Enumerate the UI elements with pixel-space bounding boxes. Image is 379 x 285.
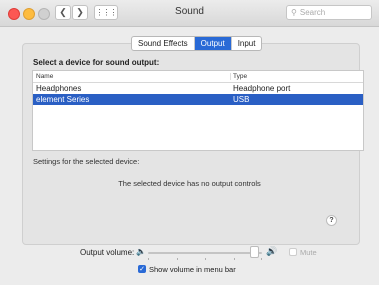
device-type: USB — [233, 95, 250, 104]
search-placeholder: Search — [299, 8, 326, 17]
device-list-heading: Select a device for sound output: — [33, 58, 160, 67]
device-name: element Series — [36, 95, 90, 104]
device-type: Headphone port — [233, 84, 291, 93]
table-row[interactable]: Headphones Headphone port — [33, 83, 363, 94]
tab-bar: Sound Effects Output Input — [131, 36, 263, 51]
tab-sound-effects[interactable]: Sound Effects — [132, 37, 195, 50]
volume-slider-track[interactable] — [148, 252, 262, 254]
show-volume-label: Show volume in menu bar — [149, 265, 236, 274]
slider-tick — [176, 258, 178, 260]
checkmark-icon: ✓ — [139, 266, 145, 273]
title-bar: ❮ ❯ ⋮⋮⋮ Sound ⚲ Search — [0, 0, 379, 27]
table-row-selected[interactable]: element Series USB — [33, 94, 363, 105]
device-name: Headphones — [36, 84, 82, 93]
search-icon: ⚲ — [291, 8, 297, 17]
table-header: Name Type — [33, 71, 363, 83]
device-table: Name Type Headphones Headphone port elem… — [32, 70, 364, 151]
search-field[interactable]: ⚲ Search — [286, 5, 372, 20]
speaker-high-icon: 🔊 — [266, 246, 278, 256]
slider-tick — [233, 258, 235, 260]
help-button[interactable]: ? — [326, 215, 337, 226]
tab-input[interactable]: Input — [232, 37, 262, 50]
question-mark-icon: ? — [329, 217, 334, 224]
slider-tick — [260, 258, 262, 260]
sound-preferences-window: ❮ ❯ ⋮⋮⋮ Sound ⚲ Search Sound Effects Out… — [0, 0, 379, 285]
tab-output[interactable]: Output — [194, 37, 232, 50]
mute-label: Mute — [300, 248, 317, 257]
volume-slider-ticks — [148, 258, 262, 260]
slider-tick — [205, 258, 206, 260]
show-volume-checkbox[interactable]: ✓ — [138, 265, 146, 273]
slider-tick — [148, 258, 149, 260]
volume-slider-knob[interactable] — [249, 246, 259, 258]
column-header-type[interactable]: Type — [231, 73, 247, 80]
output-volume-label: Output volume: — [80, 248, 135, 257]
column-header-name[interactable]: Name — [33, 73, 231, 80]
device-settings-label: Settings for the selected device: — [33, 157, 140, 166]
mute-checkbox[interactable] — [289, 248, 297, 256]
no-controls-message: The selected device has no output contro… — [118, 179, 261, 188]
speaker-low-icon: 🔈 — [136, 247, 146, 256]
